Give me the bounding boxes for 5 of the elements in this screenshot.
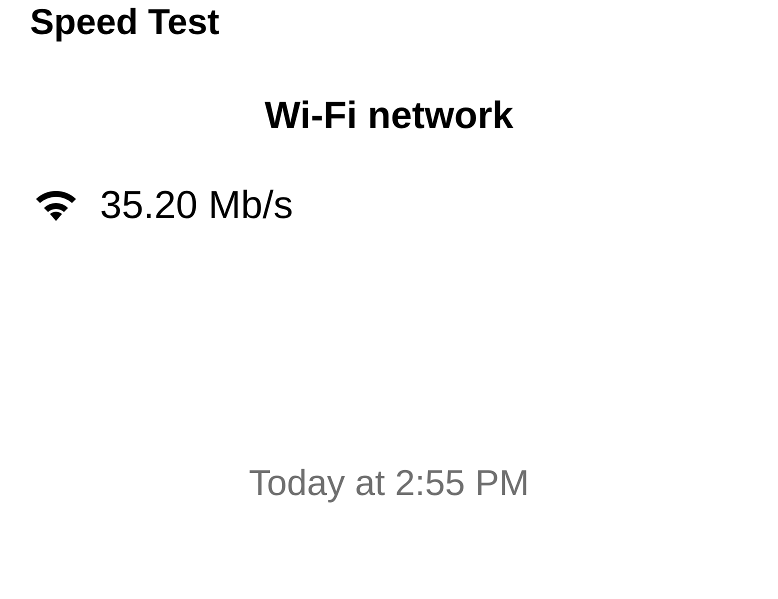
speed-value: 35.20 Mb/s — [100, 183, 293, 229]
wifi-icon — [36, 191, 76, 222]
page-title: Speed Test — [29, 0, 220, 40]
timestamp: Today at 2:55 PM — [248, 462, 530, 502]
section-heading: Wi-Fi network — [264, 95, 514, 137]
